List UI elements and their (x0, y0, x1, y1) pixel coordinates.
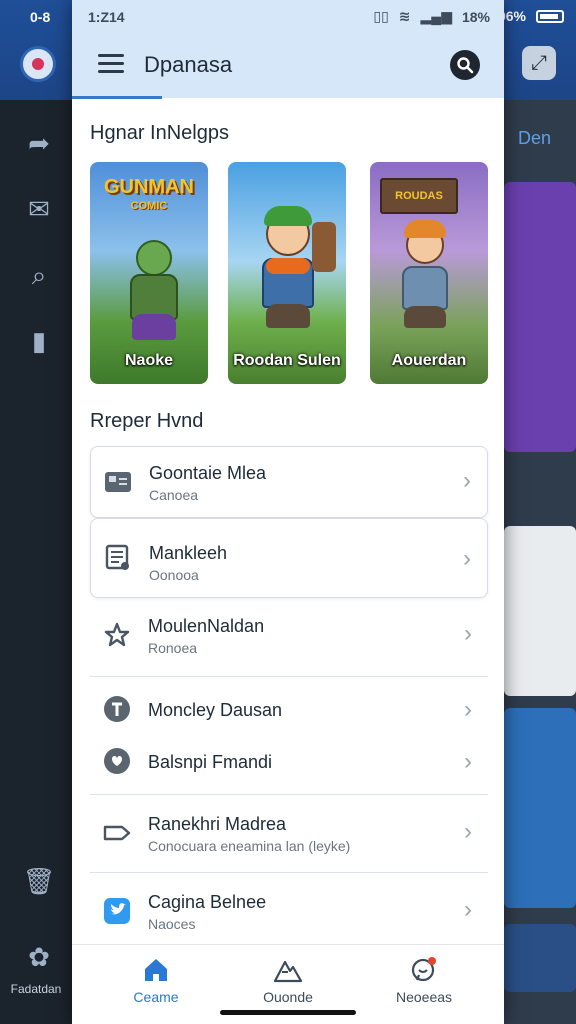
item-name: Balsnpi Fmandi (148, 752, 273, 772)
character-backpack (312, 222, 336, 272)
game-card-1[interactable]: GUNMAN COMIC Naoke (90, 162, 208, 384)
item-name: Mankleeh (149, 543, 228, 563)
item-name: Goontaie Mlea (149, 463, 267, 483)
character-legs (266, 304, 310, 328)
item-subtitle: Oonooa (149, 567, 199, 583)
search-icon (457, 57, 474, 74)
document-icon (103, 543, 133, 573)
list-item[interactable]: Cagina Belnee Naoces › (90, 876, 488, 948)
item-name: MoulenNaldan (148, 616, 265, 636)
drawer-header: 1:Z14 ▯▯ ≋ ▂▄▆ 18% Dpanasa (72, 0, 504, 99)
inbox-icon[interactable]: ✉ (22, 192, 56, 226)
character-hair (264, 206, 312, 226)
list-item[interactable]: Ranekhri Madrea Conocuara eneamina lan (… (90, 798, 488, 870)
list-item[interactable]: MoulenNaldan Ronoea › (90, 600, 488, 672)
navigation-drawer: 1:Z14 ▯▯ ≋ ▂▄▆ 18% Dpanasa Hgnar InNelgp… (72, 0, 504, 1024)
item-subtitle: Canoea (149, 487, 199, 503)
game-card-banner-sub: COMIC (130, 200, 168, 212)
battery-percent: 18% (461, 8, 490, 25)
character-legs (404, 306, 446, 328)
chevron-right-icon: › (464, 896, 472, 923)
status-time: 1:Z14 (88, 9, 125, 25)
list-item[interactable]: Balsnpi Fmandi › (90, 732, 488, 790)
game-card-label: Roodan Sulen (233, 352, 341, 369)
character-body (402, 266, 448, 310)
background-game-card[interactable] (504, 526, 576, 696)
background-game-card[interactable] (504, 924, 576, 992)
game-card-3[interactable]: ROUDAS Aouerdan (370, 162, 488, 384)
settings-icon[interactable]: ✿ (22, 940, 56, 974)
menu-button[interactable] (98, 54, 124, 74)
drawer-status-bar: 1:Z14 ▯▯ ≋ ▂▄▆ 18% (72, 0, 504, 34)
item-name: Cagina Belnee (148, 892, 267, 912)
trash-icon[interactable]: 🗑 (22, 864, 56, 898)
item-subtitle: Conocuara eneamina lan (leyke) (148, 838, 351, 854)
status-left-text: 0-8 (30, 9, 51, 25)
item-subtitle: Ronoea (148, 640, 198, 656)
nav-messages[interactable]: Neoeeas (364, 955, 484, 1005)
circle-t-icon (102, 694, 132, 724)
nav-label: Ceame (133, 989, 179, 1005)
share-icon[interactable]: ➦ (22, 126, 56, 160)
status-icons: ▯▯ ≋ ▂▄▆ 18% (373, 8, 490, 25)
background-right-tab[interactable]: Den (504, 118, 576, 158)
character-scarf (266, 258, 310, 274)
background-sidebar: ➦ ✉ ⌕ ▮ 🗑 ✿ Fadatdan (0, 100, 72, 1024)
search-icon[interactable]: ⌕ (22, 258, 56, 292)
bookmark-icon[interactable]: ▮ (22, 324, 56, 358)
chat-icon (364, 955, 484, 985)
background-expand-button[interactable]: ⤢ (522, 46, 556, 80)
chevron-right-icon: › (464, 818, 472, 845)
chevron-right-icon: › (464, 696, 472, 723)
nav-label: Neoeeas (395, 989, 453, 1005)
nav-home[interactable]: Ceame (96, 955, 216, 1005)
sim-icon: ▯▯ (373, 8, 389, 24)
cabinet-icon (103, 467, 133, 497)
character-head (136, 240, 172, 276)
background-game-card[interactable] (504, 708, 576, 908)
item-name: Moncley Dausan (148, 700, 283, 720)
chevron-right-icon: › (463, 467, 471, 494)
chevron-right-icon: › (464, 748, 472, 775)
background-bottom-label: Fadatdan (10, 982, 62, 996)
home-icon (96, 955, 216, 985)
chevron-right-icon: › (464, 620, 472, 647)
game-card-label: Naoke (124, 352, 174, 369)
tag-icon (102, 818, 132, 848)
item-subtitle: Naoces (148, 916, 196, 932)
background-game-card[interactable] (504, 182, 576, 452)
game-card-label: Aouerdan (391, 352, 467, 369)
twitter-icon (102, 896, 132, 926)
heart-circle-icon (102, 746, 132, 776)
nav-label: Ouonde (263, 989, 313, 1005)
background-avatar[interactable] (20, 46, 56, 82)
divider (90, 872, 488, 873)
character-legs (132, 314, 176, 340)
search-button[interactable] (450, 50, 480, 80)
chevron-right-icon: › (463, 545, 471, 572)
star-icon (102, 620, 132, 650)
status-right: 06% (498, 8, 564, 24)
game-card-2[interactable]: Roodan Sulen (228, 162, 346, 384)
featured-section-title: Hgnar InNelgps (90, 122, 229, 144)
drawer-title: Dpanasa (144, 52, 233, 77)
character-hair (404, 220, 446, 238)
list-item[interactable]: Goontaie Mlea Canoea › (90, 446, 488, 518)
list-item[interactable]: Mankleeh Oonooa › (90, 518, 488, 598)
battery-icon (536, 9, 564, 23)
divider (90, 676, 488, 677)
divider (90, 794, 488, 795)
game-card-banner: ROUDAS (380, 178, 458, 214)
mountain-icon (228, 955, 348, 985)
game-card-banner: GUNMAN (104, 176, 194, 198)
home-indicator (220, 1010, 356, 1015)
list-section-title: Rreper Hvnd (90, 410, 204, 432)
nav-discover[interactable]: Ouonde (228, 955, 348, 1005)
list-item[interactable]: Moncley Dausan › (90, 680, 488, 738)
wifi-icon: ≋ (398, 8, 411, 24)
signal-icon: ▂▄▆ (420, 8, 452, 24)
menu-icon (98, 54, 124, 57)
item-name: Ranekhri Madrea (148, 814, 287, 834)
header-underline (72, 96, 162, 99)
